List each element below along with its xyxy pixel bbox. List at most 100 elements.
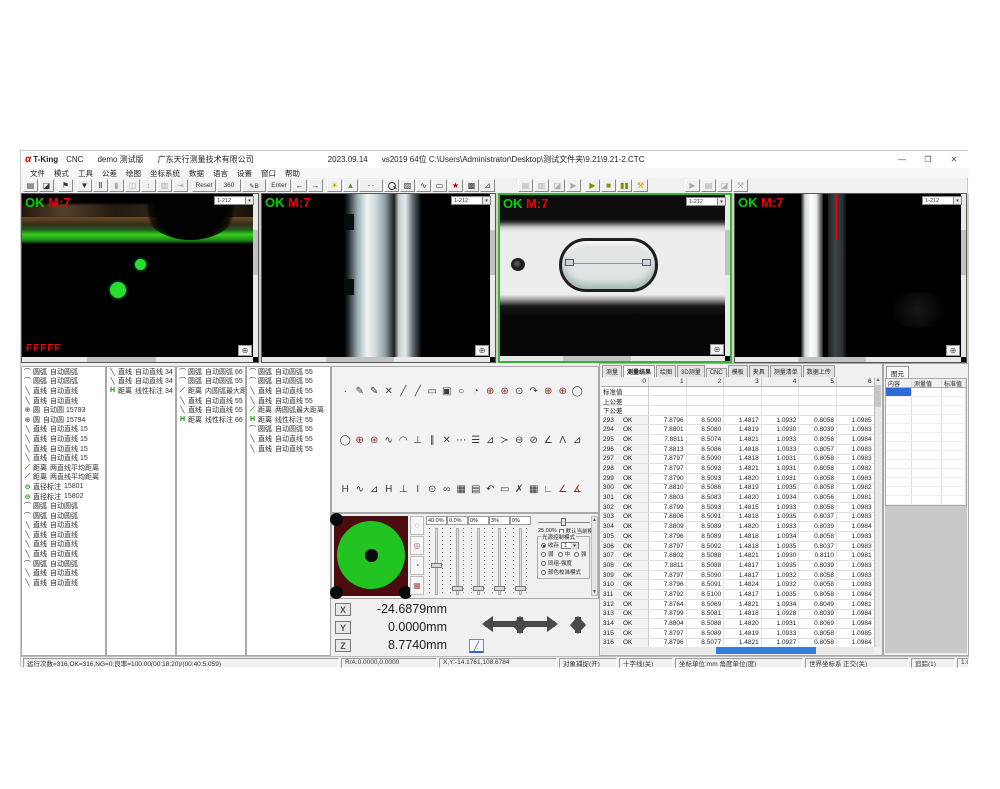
list-item[interactable]: ⌒圆弧自动圆弧 55 bbox=[247, 425, 330, 435]
status-segment-3[interactable]: 对象捕捉(开) bbox=[559, 658, 617, 668]
table-cell[interactable]: 0.8058 bbox=[799, 580, 837, 589]
radio-color-cal[interactable] bbox=[541, 570, 546, 575]
table-cell[interactable]: 1.4818 bbox=[724, 532, 762, 541]
table-cell[interactable]: 8.5077 bbox=[687, 639, 725, 647]
table-cell[interactable]: 1.4820 bbox=[724, 493, 762, 502]
element-cell[interactable] bbox=[886, 478, 912, 486]
toolbar-icon-button[interactable]: ▩ bbox=[464, 179, 479, 192]
table-row[interactable]: 314OK7.88048.50881.48201.09310.80691.098… bbox=[601, 619, 874, 629]
element-row[interactable] bbox=[886, 406, 966, 415]
toolbar-icon-button[interactable]: ◫ bbox=[125, 179, 140, 192]
table-cell[interactable] bbox=[724, 396, 762, 405]
table-row[interactable]: 304OK7.88098.50891.48201.09330.80391.098… bbox=[601, 522, 874, 532]
row-header[interactable]: 307OK bbox=[601, 551, 649, 560]
measure-tool-icon[interactable]: ✎ bbox=[353, 384, 368, 399]
list-item[interactable]: ⌒圆弧自动圆弧 bbox=[22, 559, 105, 569]
row-header[interactable]: 305OK bbox=[601, 532, 649, 541]
camera-3-vscrollbar[interactable] bbox=[725, 195, 730, 356]
measure-tool-icon[interactable]: ○ bbox=[454, 384, 469, 399]
light-slider[interactable]: 0% bbox=[510, 516, 531, 598]
row-header[interactable]: 315OK bbox=[601, 629, 649, 638]
element-row[interactable] bbox=[886, 460, 966, 469]
element-cell[interactable] bbox=[886, 460, 912, 468]
measure-tool-icon[interactable]: ▦ bbox=[454, 482, 469, 497]
list-item[interactable]: ⌒圆弧自动圆弧 bbox=[22, 501, 105, 511]
toolbar-icon-button[interactable]: ▥ bbox=[534, 179, 549, 192]
jog-arrows[interactable] bbox=[479, 607, 589, 641]
list-item[interactable]: ╲直线自动直线 55 bbox=[177, 396, 245, 406]
table-cell[interactable]: 1.0984 bbox=[837, 435, 874, 444]
measure-tool-icon[interactable]: · bbox=[338, 384, 353, 399]
table-cell[interactable]: 1.0983 bbox=[837, 445, 874, 454]
list-item[interactable]: ╲直线自动直线 15 bbox=[22, 425, 105, 435]
measure-tool-icon[interactable]: ⊖ bbox=[512, 433, 527, 448]
toolbar-icon-button[interactable]: ◪ bbox=[39, 179, 54, 192]
measure-tool-icon[interactable]: ▭ bbox=[498, 482, 513, 497]
row-header[interactable]: 296OK bbox=[601, 445, 649, 454]
table-cell[interactable]: 1.0935 bbox=[762, 561, 800, 570]
light-slider[interactable]: 40.0% bbox=[426, 516, 447, 598]
table-cell[interactable]: 1.0935 bbox=[762, 590, 800, 599]
row-header[interactable]: 303OK bbox=[601, 513, 649, 522]
measure-tool-icon[interactable]: ∿ bbox=[382, 433, 397, 448]
light-pattern-button[interactable]: ◎ bbox=[410, 536, 424, 555]
list-item[interactable]: ⊕圆自动圆 15793 bbox=[22, 405, 105, 415]
element-cell[interactable] bbox=[942, 433, 966, 441]
measure-tool-icon[interactable]: ⊥ bbox=[396, 482, 411, 497]
table-cell[interactable]: 7.8796 bbox=[649, 639, 687, 647]
table-cell[interactable]: 8.5093 bbox=[687, 474, 725, 483]
table-cell[interactable]: 8.5090 bbox=[687, 571, 725, 580]
list-item[interactable]: ╲直线自动直线 55 bbox=[247, 396, 330, 406]
table-row[interactable]: 310OK7.87968.50911.48241.09320.80581.098… bbox=[601, 580, 874, 590]
camera-1-vscrollbar[interactable] bbox=[253, 194, 258, 357]
toolbar-icon-button[interactable]: ← bbox=[292, 179, 307, 192]
toolbar-icon-button[interactable]: ⊿ bbox=[480, 179, 495, 192]
column-header[interactable]: 6 bbox=[837, 377, 874, 386]
toolbar-icon-button[interactable]: ☀ bbox=[327, 179, 342, 192]
results-vscrollbar[interactable]: ▲ bbox=[874, 377, 881, 647]
toolbar-icon-button[interactable]: ◪ bbox=[550, 179, 565, 192]
pan-icon[interactable]: ⊕ bbox=[238, 345, 252, 356]
table-cell[interactable] bbox=[649, 396, 687, 405]
element-cell[interactable] bbox=[912, 442, 942, 450]
table-cell[interactable]: 1.4817 bbox=[724, 416, 762, 425]
element-cell[interactable] bbox=[886, 424, 912, 432]
table-cell[interactable]: 0.8037 bbox=[799, 542, 837, 551]
element-cell[interactable] bbox=[942, 469, 966, 477]
element-cell[interactable] bbox=[912, 460, 942, 468]
table-row[interactable]: 296OK7.88138.50861.48181.09330.80571.098… bbox=[601, 445, 874, 455]
element-row[interactable] bbox=[886, 397, 966, 406]
element-cell[interactable] bbox=[942, 460, 966, 468]
table-cell[interactable]: 8.5081 bbox=[687, 610, 725, 619]
camera-panel-2[interactable]: OK M:7 1-212▾ ⊕ bbox=[261, 193, 496, 363]
table-cell[interactable]: 1.4819 bbox=[724, 629, 762, 638]
chevron-down-icon[interactable]: ▾ bbox=[482, 196, 491, 205]
table-cell[interactable] bbox=[687, 396, 725, 405]
toolbar-icon-button[interactable]: ▤ bbox=[23, 179, 38, 192]
minimize-button[interactable]: — bbox=[889, 151, 915, 168]
camera-panel-3-selected[interactable]: OK M:7 1-212▾ ⊕ bbox=[498, 193, 732, 363]
table-cell[interactable]: 1.0931 bbox=[762, 464, 800, 473]
radio-中[interactable] bbox=[558, 552, 563, 557]
table-cell[interactable]: 1.0983 bbox=[837, 532, 874, 541]
measure-tool-icon[interactable]: H bbox=[338, 482, 353, 497]
element-cell[interactable] bbox=[912, 406, 942, 414]
table-cell[interactable]: 1.4819 bbox=[724, 425, 762, 434]
list-item[interactable]: ╲直线自动直线 55 bbox=[247, 434, 330, 444]
list-item[interactable]: ⌒圆弧自动圆弧 55 bbox=[177, 377, 245, 387]
table-cell[interactable]: 0.8069 bbox=[799, 619, 837, 628]
table-cell[interactable]: 0.8058 bbox=[799, 503, 837, 512]
table-cell[interactable]: 1.4818 bbox=[724, 445, 762, 454]
table-cell[interactable]: 1.0933 bbox=[762, 435, 800, 444]
measure-tool-icon[interactable]: ⊿ bbox=[483, 433, 498, 448]
table-row[interactable]: 315OK7.87978.50891.48191.09330.80581.098… bbox=[601, 629, 874, 639]
table-cell[interactable]: 1.0983 bbox=[837, 474, 874, 483]
toolbar-icon-button[interactable]: ▥ bbox=[157, 179, 172, 192]
diagonal-move-button[interactable]: ╱ bbox=[469, 639, 484, 653]
element-row[interactable] bbox=[886, 388, 966, 397]
toolbar-icon-button[interactable] bbox=[384, 179, 399, 192]
table-cell[interactable] bbox=[762, 396, 800, 405]
element-cell[interactable] bbox=[942, 415, 966, 423]
list-item[interactable]: ⟋距离两直线平均距离 bbox=[22, 473, 105, 483]
toolbar-icon-button[interactable]: ▭ bbox=[432, 179, 447, 192]
